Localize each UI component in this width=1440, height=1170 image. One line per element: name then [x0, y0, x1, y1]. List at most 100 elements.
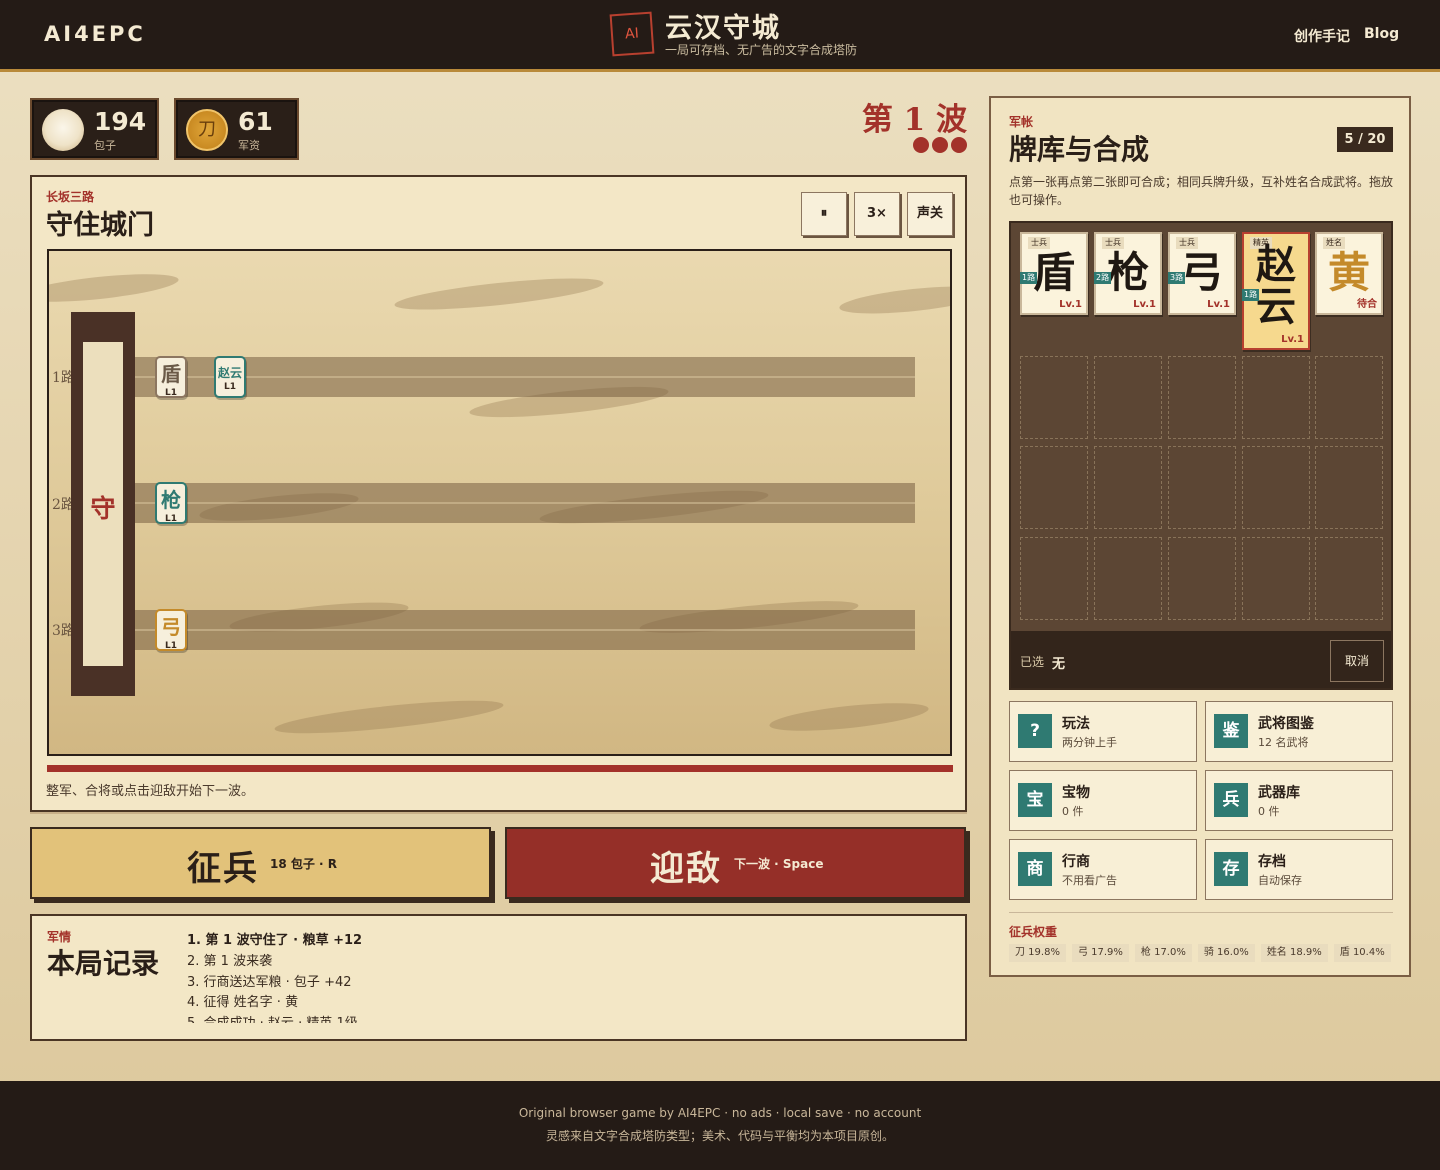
blade-coin-icon: 刀 [186, 109, 228, 151]
menu-title: 武器库 [1258, 785, 1300, 801]
wave-dot [932, 137, 948, 153]
footer-credit: Original browser game by AI4EPC · no ads… [518, 1106, 922, 1120]
deck-count-badge: 5 / 20 [1337, 127, 1393, 152]
lane-unit[interactable]: 弓 L1 [155, 609, 187, 651]
lane-1[interactable] [135, 357, 915, 397]
unit-level: L1 [165, 641, 177, 651]
lane-unit[interactable]: 枪 L1 [155, 482, 187, 524]
log-entry: 3. 行商送达军粮 · 包子 +42 [187, 974, 352, 990]
recruit-button[interactable]: 征兵 18 包子 · R [30, 827, 491, 899]
brand-logo[interactable]: AI4EPC [44, 22, 146, 46]
nav-link-blog[interactable]: Blog [1364, 26, 1399, 42]
treasure-icon: 宝 [1018, 783, 1052, 817]
engage-label: 迎敌 [650, 849, 722, 889]
menu-subtitle: 0 件 [1062, 805, 1084, 818]
terrain-streak [838, 281, 950, 319]
empty-card-slot[interactable] [1168, 356, 1236, 439]
log-entry: 2. 第 1 波来袭 [187, 953, 273, 969]
empty-card-slot[interactable] [1020, 446, 1088, 529]
menu-codex-button[interactable]: 鉴武将图鉴 12 名武将 [1205, 701, 1393, 762]
empty-card-slot[interactable] [1242, 537, 1310, 620]
nav-link-notes[interactable]: 创作手记 [1294, 26, 1350, 46]
sound-toggle-button[interactable]: 声关 [907, 192, 953, 236]
battle-panel: 长坂三路 守住城门 ⏸ 3× 声关 1路 2路 3路 守 盾 L1 赵云 L1 枪 L1 弓… [30, 175, 967, 812]
menu-subtitle: 自动保存 [1258, 874, 1302, 887]
empty-card-slot[interactable] [1315, 537, 1383, 620]
menu-title: 存档 [1258, 854, 1286, 870]
terrain-streak [768, 697, 930, 737]
unit-level: L1 [224, 382, 236, 392]
menu-merchant-button[interactable]: 商行商 不用看广告 [1009, 839, 1197, 900]
battlefield[interactable]: 1路 2路 3路 守 盾 L1 赵云 L1 枪 L1 弓 L1 [47, 249, 952, 756]
wave-dots [913, 137, 970, 157]
deck-card[interactable]: 士兵枪 Lv.1 2路 [1094, 232, 1162, 315]
lane-2[interactable] [135, 483, 915, 523]
empty-card-slot[interactable] [1094, 537, 1162, 620]
menu-armory-button[interactable]: 兵武器库 0 件 [1205, 770, 1393, 831]
empty-card-slot[interactable] [1242, 446, 1310, 529]
card-lane-badge: 1路 [1242, 289, 1260, 301]
empty-card-slot[interactable] [1020, 356, 1088, 439]
deck-panel: 军帐 牌库与合成 5 / 20 点第一张再点第二张即可合成；相同兵牌升级，互补姓… [989, 96, 1411, 977]
codex-icon: 鉴 [1214, 714, 1248, 748]
engage-button[interactable]: 迎敌 下一波 · Space [505, 827, 966, 899]
cancel-button[interactable]: 取消 [1330, 640, 1384, 682]
game-logo-icon: AI [609, 11, 655, 57]
card-level: 待合 [1357, 299, 1377, 310]
empty-card-slot[interactable] [1094, 356, 1162, 439]
empty-card-slot[interactable] [1094, 446, 1162, 529]
weight-chip: 枪 17.0% [1134, 944, 1192, 962]
pause-button[interactable]: ⏸ [801, 192, 847, 236]
menu-subtitle: 0 件 [1258, 805, 1280, 818]
deck-card[interactable]: 姓名黄待合 [1315, 232, 1383, 315]
empty-card-slot[interactable] [1315, 356, 1383, 439]
menu-subtitle: 两分钟上手 [1062, 736, 1117, 749]
log-list[interactable]: 1. 第 1 波守住了 · 粮草 +12 2. 第 1 波来袭 3. 行商送达军… [187, 931, 587, 1023]
empty-card-slot[interactable] [1242, 356, 1310, 439]
empty-card-slot[interactable] [1020, 537, 1088, 620]
selection-bar: 已选 无 取消 [1011, 631, 1391, 688]
card-lane-badge: 2路 [1094, 272, 1112, 284]
city-gate: 守 [71, 312, 135, 696]
menu-treasure-button[interactable]: 宝宝物 0 件 [1009, 770, 1197, 831]
card-char: 黄 [1327, 248, 1370, 297]
save-icon: 存 [1214, 852, 1248, 886]
unit-level: L1 [165, 514, 177, 524]
empty-card-slot[interactable] [1168, 537, 1236, 620]
card-lane-badge: 1路 [1020, 272, 1038, 284]
menu-save-button[interactable]: 存存档自动保存 [1205, 839, 1393, 900]
empty-card-slot[interactable] [1315, 446, 1383, 529]
speed-button[interactable]: 3× [854, 192, 900, 236]
wave-dot [951, 137, 967, 153]
lane-unit[interactable]: 盾 L1 [155, 356, 187, 398]
card-lane-badge: 3路 [1168, 272, 1186, 284]
bun-counter: 194 包子 [30, 98, 159, 160]
deck-card[interactable]: 士兵盾 Lv.1 1路 [1020, 232, 1088, 315]
weights-list: 刀 19.8% 弓 17.9% 枪 17.0% 骑 16.0% 姓名 18.9% 盾 10… [1009, 940, 1399, 962]
selected-label: 已选 [1020, 655, 1045, 669]
terrain-streak [273, 694, 505, 740]
lane-unit[interactable]: 赵云 L1 [214, 356, 246, 398]
weight-chip: 骑 16.0% [1197, 944, 1255, 962]
weight-chip: 盾 10.4% [1333, 944, 1391, 962]
log-entry: 1. 第 1 波守住了 · 粮草 +12 [187, 933, 363, 948]
deck-card[interactable]: 精英 赵云 Lv.1 1路 [1242, 232, 1310, 350]
funds-counter: 刀 61 军资 [174, 98, 299, 160]
menu-howto-button[interactable]: ? 玩法 两分钟上手 [1009, 701, 1197, 762]
card-char: 赵云 [1256, 242, 1296, 330]
menu-subtitle: 12 名武将 [1258, 736, 1309, 749]
log-entry: 5. 合成成功 · 赵云 · 精英 1级 [187, 1014, 587, 1023]
menu-subtitle: 不用看广告 [1062, 874, 1117, 887]
unit-char: 弓 [161, 615, 181, 639]
card-level: Lv.1 [1207, 299, 1230, 310]
merchant-icon: 商 [1018, 852, 1052, 886]
side-description: 点第一张再点第二张即可合成；相同兵牌升级，互补姓名合成武将。拖放也可操作。 [1009, 175, 1394, 207]
game-subtitle: 一局可存档、无广告的文字合成塔防 [665, 43, 858, 57]
card-level: Lv.1 [1059, 299, 1082, 310]
howto-icon: ? [1018, 714, 1052, 748]
lane-3[interactable] [135, 610, 915, 650]
divider [1009, 912, 1393, 913]
deck-card[interactable]: 士兵弓 Lv.1 3路 [1168, 232, 1236, 315]
empty-card-slot[interactable] [1168, 446, 1236, 529]
unit-level: L1 [165, 388, 177, 398]
